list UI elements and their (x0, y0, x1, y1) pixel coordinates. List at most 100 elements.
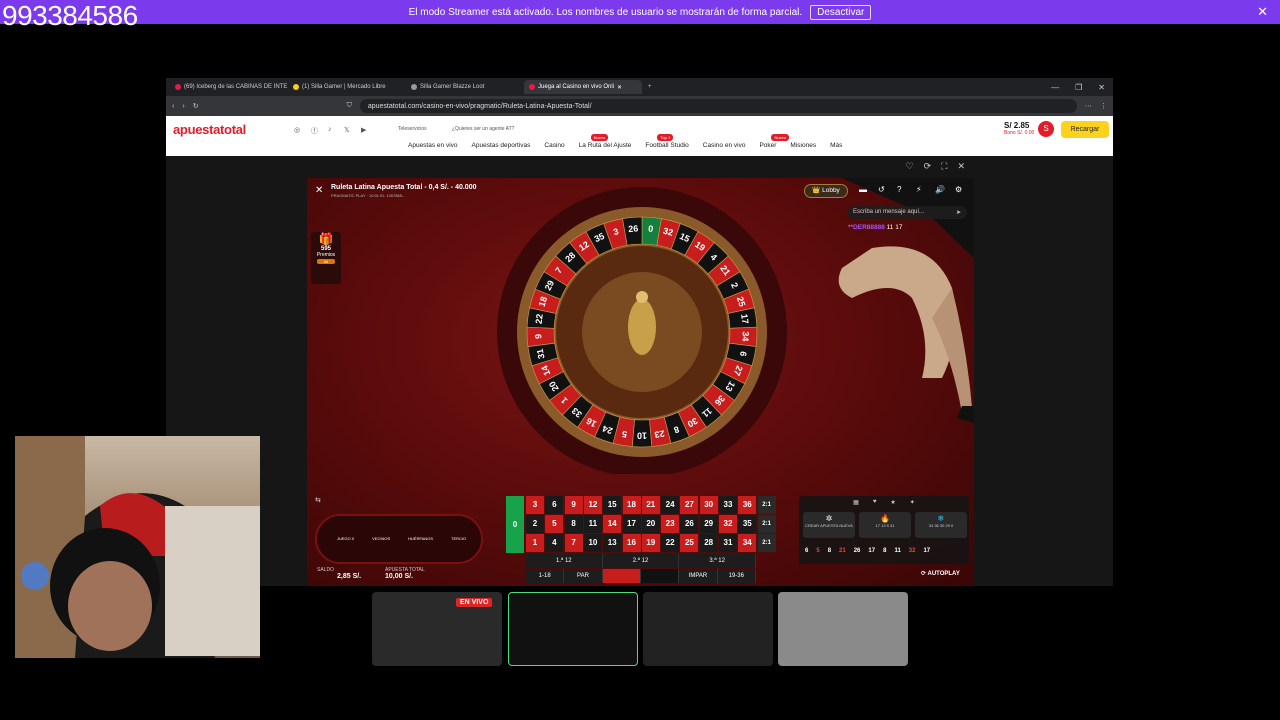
help-icon[interactable]: ? (897, 185, 901, 194)
forward-icon[interactable]: › (182, 103, 184, 110)
bet-cell[interactable]: 2 (526, 515, 544, 533)
bet-cell[interactable]: 36 (738, 496, 757, 514)
browser-tab-active[interactable]: Juega al Casino en vivo Onli ✕ (524, 80, 642, 94)
bet-cell[interactable]: 10 (583, 534, 602, 552)
bet-cell[interactable]: 30 (699, 496, 718, 514)
site-logo[interactable]: apuestatotal (173, 122, 246, 137)
bet-cell[interactable]: 23 (661, 515, 680, 533)
window-close-icon[interactable]: ✕ (1098, 83, 1105, 92)
star-icon[interactable]: ★ (890, 499, 895, 506)
column-bet[interactable]: 2:1 (757, 496, 776, 514)
nav-link[interactable]: Apuestas en vivo (408, 142, 458, 149)
bet-cell[interactable]: 25 (680, 534, 699, 552)
bet-cell[interactable]: 32 (719, 515, 737, 533)
youtube-icon[interactable]: ▶ (361, 126, 366, 134)
settings-icon[interactable]: ⚙ (955, 185, 962, 194)
disable-streamer-button[interactable]: Desactivar (810, 4, 872, 20)
close-icon[interactable]: ✕ (957, 161, 965, 172)
heart-icon[interactable]: ♡ (906, 161, 914, 172)
grid-icon[interactable]: ▦ (853, 499, 859, 506)
hot-icon[interactable]: ✦ (910, 499, 915, 506)
menu-icon[interactable]: ⋮ (1100, 102, 1107, 110)
nav-link[interactable]: Misiones (790, 142, 816, 149)
nav-link[interactable]: Casino en vivo (703, 142, 746, 149)
bet-black[interactable] (640, 569, 680, 583)
close-icon[interactable]: ✕ (1257, 4, 1268, 20)
nav-link[interactable]: Casino (544, 142, 564, 149)
bet-cell[interactable]: 7 (564, 534, 583, 552)
send-icon[interactable]: ➤ (956, 209, 961, 216)
tab-close-icon[interactable]: ✕ (617, 84, 622, 91)
nav-link[interactable]: Football Studio Top 1 (645, 134, 689, 149)
url-field[interactable]: apuestatotal.com/casino-en-vivo/pragmati… (359, 99, 1077, 113)
history-icon[interactable]: ↺ (878, 185, 885, 194)
bet-cell[interactable]: 18 (622, 496, 641, 514)
volume-icon[interactable]: 🔊 (935, 185, 945, 194)
game-close-icon[interactable]: ✕ (315, 185, 323, 196)
bet-cell[interactable]: 28 (699, 534, 718, 552)
lightning-icon[interactable]: ⚡ (916, 185, 922, 194)
browser-tab[interactable]: Silla Gamer Blazze Loot (406, 80, 524, 94)
dozen-2[interactable]: 2.ª 12 (603, 554, 680, 568)
bet-cell[interactable]: 16 (622, 534, 641, 552)
column-bet[interactable]: 2:1 (757, 515, 776, 533)
chat-icon[interactable]: ▬ (859, 185, 867, 194)
instagram-icon[interactable]: ◎ (294, 126, 300, 134)
x-icon[interactable]: 𝕏 (344, 126, 350, 134)
bet-cell[interactable]: 14 (603, 515, 622, 533)
bet-cell[interactable]: 27 (680, 496, 699, 514)
dozen-1[interactable]: 1.ª 12 (526, 554, 603, 568)
browser-tab[interactable]: (69) Iceberg de las CABINAS DE INTE (170, 80, 288, 94)
bet-red[interactable] (602, 569, 641, 583)
bet-cell[interactable]: 29 (699, 515, 718, 533)
nav-link[interactable]: Más (830, 142, 842, 149)
dozen-3[interactable]: 3.ª 12 (679, 554, 757, 568)
chat-input[interactable]: Escriba un mensaje aquí... ➤ (847, 206, 967, 219)
hot-numbers-box[interactable]: 🔥 17 13 5 31 (859, 512, 911, 538)
bet-cell[interactable]: 31 (719, 534, 737, 552)
bet-cell[interactable]: 22 (661, 534, 680, 552)
bet-cell[interactable]: 8 (564, 515, 583, 533)
nav-link[interactable]: Poker Nuevo (759, 134, 789, 149)
create-bet-button[interactable]: ✲ CREAR APUESTA NUEVA (803, 512, 855, 538)
participant-tile[interactable] (643, 592, 773, 666)
avatar[interactable]: S (1038, 121, 1054, 137)
reload-icon[interactable]: ↻ (193, 102, 199, 110)
agent-link[interactable]: ¿Quieres ser un agente AT? (452, 126, 514, 132)
bet-19-36[interactable]: 19-36 (718, 569, 756, 583)
bet-cell[interactable]: 26 (680, 515, 699, 533)
facebook-icon[interactable]: ⓕ (311, 126, 318, 136)
nav-link[interactable]: Apuestas deportivas (472, 142, 531, 149)
bet-even[interactable]: PAR (564, 569, 603, 583)
bet-cell[interactable]: 33 (719, 496, 737, 514)
bet-cell[interactable]: 3 (526, 496, 544, 514)
racetrack-toggle-icon[interactable]: ⇆ (315, 496, 321, 504)
bet-cell[interactable]: 11 (583, 515, 602, 533)
minimize-icon[interactable]: — (1051, 83, 1059, 92)
bet-1-18[interactable]: 1-18 (526, 569, 565, 583)
bet-odd[interactable]: IMPAR (679, 569, 718, 583)
column-bet[interactable]: 2:1 (757, 534, 776, 552)
fullscreen-icon[interactable]: ⛶ (941, 161, 947, 172)
nav-link[interactable]: La Ruta del Ajuste Nuevo (579, 134, 631, 149)
tiktok-icon[interactable]: ♪ (328, 126, 332, 133)
bet-cell[interactable]: 13 (603, 534, 622, 552)
refresh-icon[interactable]: ⟳ (924, 161, 932, 172)
new-tab-icon[interactable]: + (642, 84, 652, 90)
lobby-button[interactable]: 👑 Lobby (804, 184, 848, 198)
bet-cell[interactable]: 20 (641, 515, 660, 533)
bet-cell[interactable]: 1 (526, 534, 544, 552)
bet-cell[interactable]: 9 (564, 496, 583, 514)
participant-tile[interactable] (508, 592, 638, 666)
bet-cell-zero[interactable]: 0 (506, 496, 524, 553)
bet-cell[interactable]: 12 (583, 496, 602, 514)
bet-cell[interactable]: 15 (603, 496, 622, 514)
restore-icon[interactable]: ❐ (1075, 83, 1082, 92)
bet-cell[interactable]: 4 (545, 534, 564, 552)
extensions-icon[interactable]: ⋯ (1085, 102, 1092, 110)
bet-cell[interactable]: 35 (738, 515, 757, 533)
bet-cell[interactable]: 34 (738, 534, 757, 552)
racetrack-bet-area[interactable]: JUEGO 0 VECINOS HUÉRFANOS TERCIO (315, 514, 483, 564)
autoplay-button[interactable]: ⟳ AUTOPLAY (921, 570, 960, 577)
participant-tile[interactable] (778, 592, 908, 666)
